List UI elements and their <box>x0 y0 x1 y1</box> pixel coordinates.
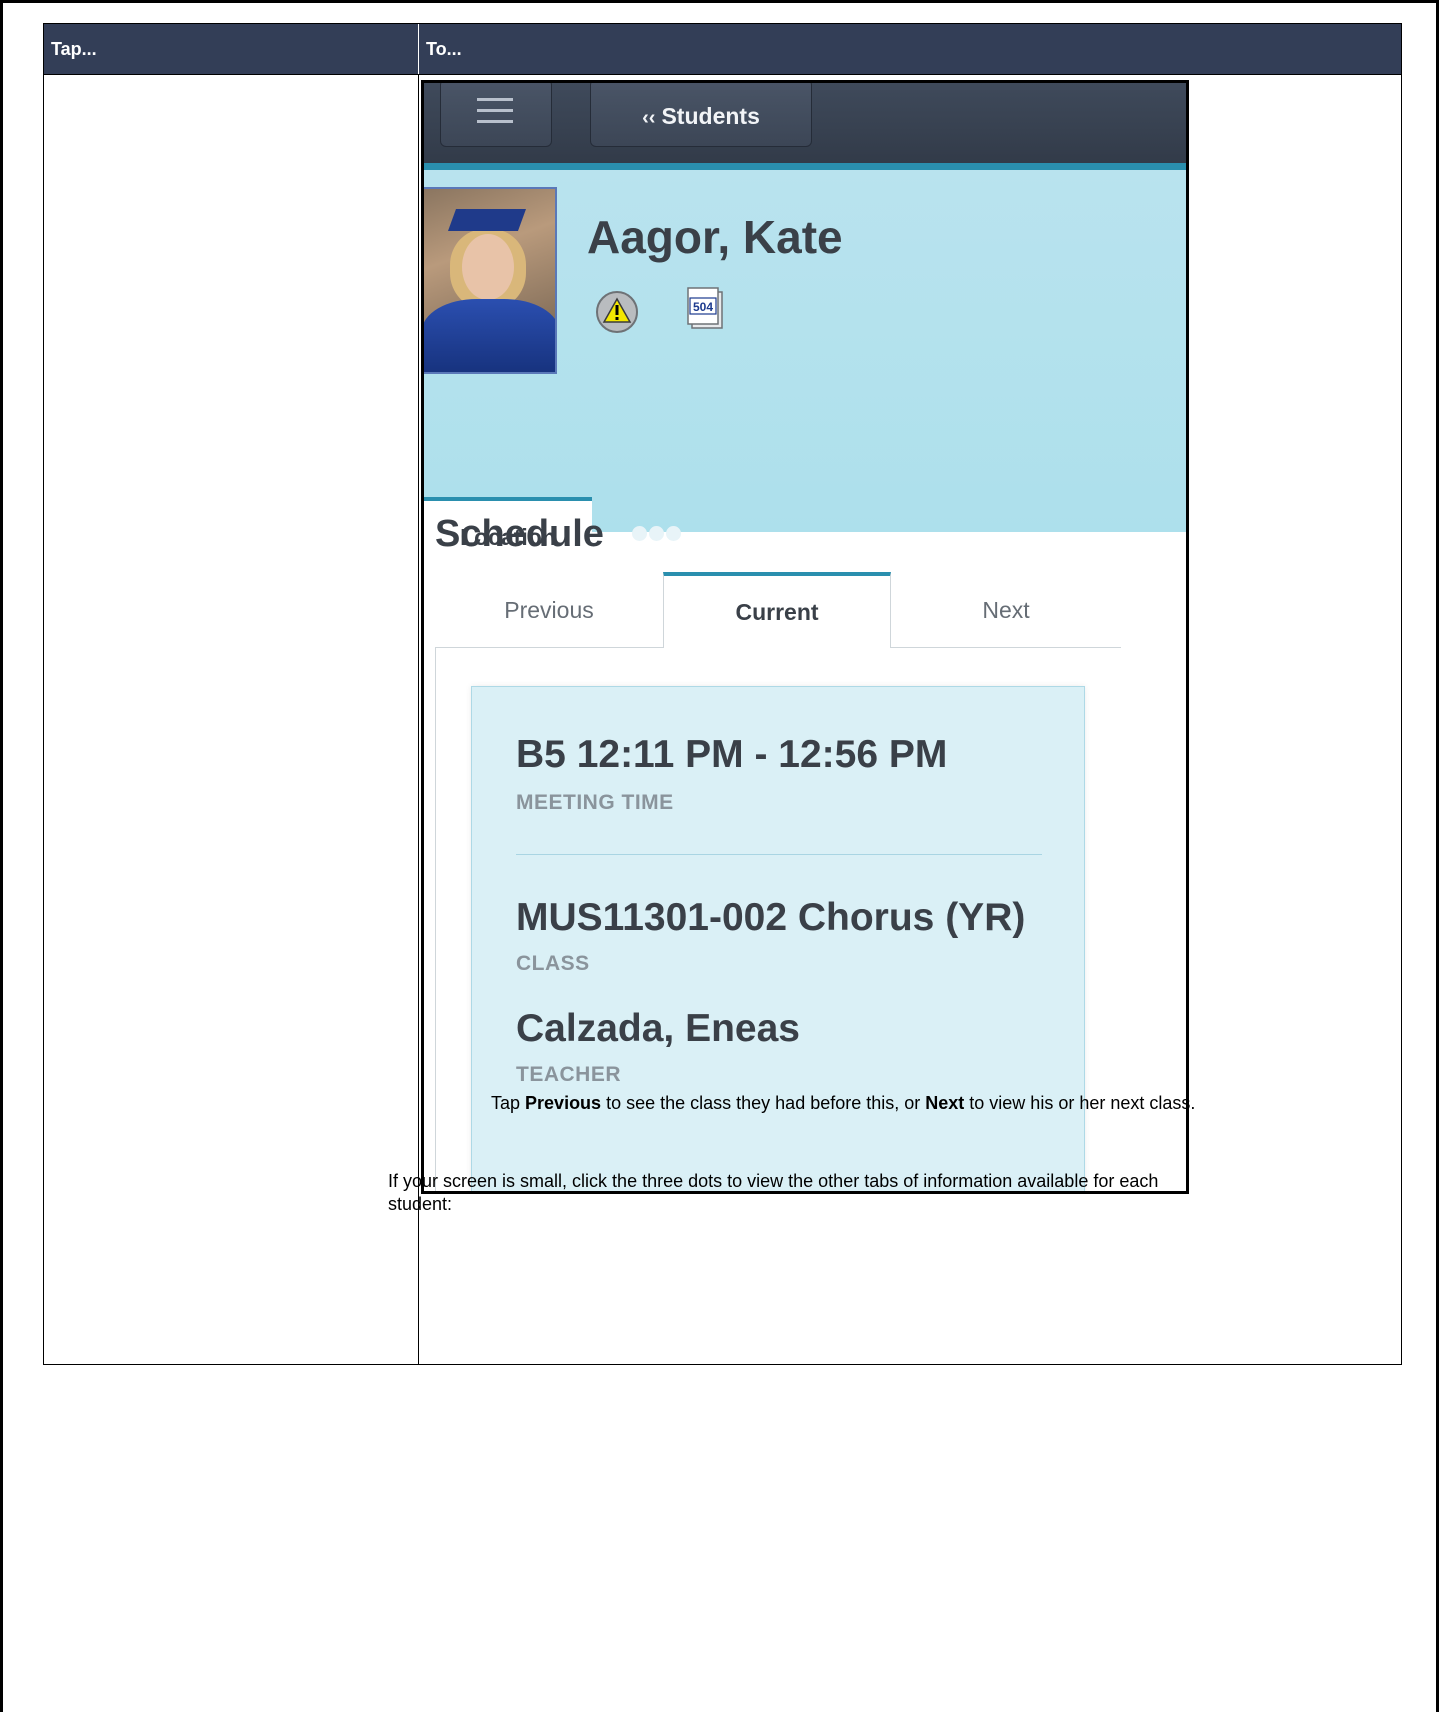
student-name: Aagor, Kate <box>587 211 843 263</box>
back-to-students-button[interactable]: ‹‹ Students <box>590 83 812 147</box>
header-rule <box>44 74 1401 75</box>
more-dots-icon[interactable] <box>632 526 692 542</box>
bullet-previous-term: Previous <box>525 1093 602 1113</box>
bullet-text-mid: to see the class they had before this, o… <box>601 1093 926 1113</box>
meeting-time-label: MEETING TIME <box>516 791 674 814</box>
plan-badge-text: 504 <box>693 300 713 314</box>
meeting-time-value: B5 12:11 PM - 12:56 PM <box>516 733 948 776</box>
header-tap: Tap... <box>51 39 97 59</box>
bullet-text-pre: Tap <box>491 1093 526 1113</box>
hamburger-icon <box>477 98 513 124</box>
teacher-label: TEACHER <box>516 1063 622 1086</box>
card-separator <box>516 854 1042 855</box>
bullet-text-post: to view his or her next class. <box>964 1093 1196 1113</box>
teacher-value: Calzada, Eneas <box>516 1007 800 1050</box>
student-profile-header: Aagor, Kate 504 Location <box>424 170 1186 572</box>
bullet-next-term: Next <box>925 1093 965 1113</box>
app-topbar: ‹‹ Students <box>424 83 1186 163</box>
tab-next[interactable]: Next <box>891 572 1121 648</box>
table-header-row: Tap... To... <box>44 24 1401 74</box>
tab-current[interactable]: Current <box>663 572 891 648</box>
topbar-accent <box>424 163 1186 170</box>
class-label: CLASS <box>516 952 590 975</box>
504-plan-icon[interactable]: 504 <box>686 286 726 332</box>
menu-button[interactable] <box>440 83 552 147</box>
schedule-title: Schedule <box>435 513 604 555</box>
app-screenshot: ‹‹ Students Aagor, Kate 504 Location Sch… <box>421 80 1189 1194</box>
warning-icon[interactable] <box>595 290 639 334</box>
student-avatar <box>424 187 557 374</box>
instruction-bullet: Tap Previous to see the class they had b… <box>491 1092 1231 1115</box>
class-value: MUS11301-002 Chorus (YR) <box>516 896 1026 939</box>
back-button-label: Students <box>661 103 760 129</box>
schedule-tabs: Previous Current Next <box>435 572 1186 648</box>
tab-previous[interactable]: Previous <box>435 572 663 648</box>
double-chevron-left-icon: ‹‹ <box>642 107 656 129</box>
header-to: To... <box>418 24 1401 74</box>
instruction-note: If your screen is small, click the three… <box>388 1171 1159 1214</box>
schedule-card: B5 12:11 PM - 12:56 PM MEETING TIME MUS1… <box>471 686 1085 1191</box>
content-rule <box>435 648 436 1191</box>
